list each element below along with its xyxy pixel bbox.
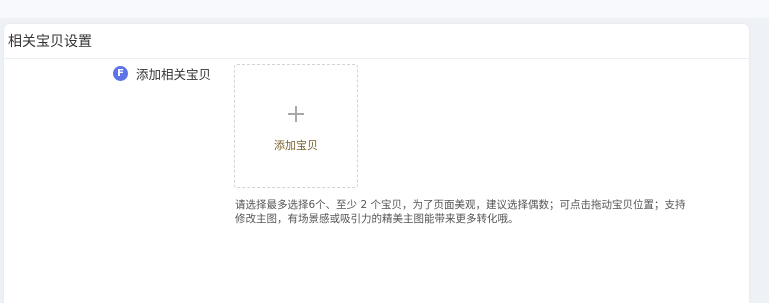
field-label: 添加相关宝贝 <box>136 66 212 82</box>
f-badge-icon: F <box>113 65 128 81</box>
panel-title: 相关宝贝设置 <box>8 34 92 50</box>
panel-header: 相关宝贝设置 <box>4 24 749 59</box>
selection-hint-text: 请选择最多选择6个、至少 2 个宝贝，为了页面美观，建议选择偶数；可点击拖动宝贝… <box>235 199 735 226</box>
add-related-items-label: F 添加相关宝贝 <box>113 64 211 82</box>
plus-icon <box>288 106 304 122</box>
add-item-upload-box[interactable]: 添加宝贝 <box>234 64 358 188</box>
hint-line-2: 修改主图，有场景感或吸引力的精美主图能带来更多转化哦。 <box>235 212 519 225</box>
hint-line-1: 请选择最多选择6个、至少 2 个宝贝，为了页面美观，建议选择偶数；可点击拖动宝贝… <box>235 199 686 211</box>
add-item-label: 添加宝贝 <box>274 139 318 152</box>
top-bar <box>0 0 769 18</box>
